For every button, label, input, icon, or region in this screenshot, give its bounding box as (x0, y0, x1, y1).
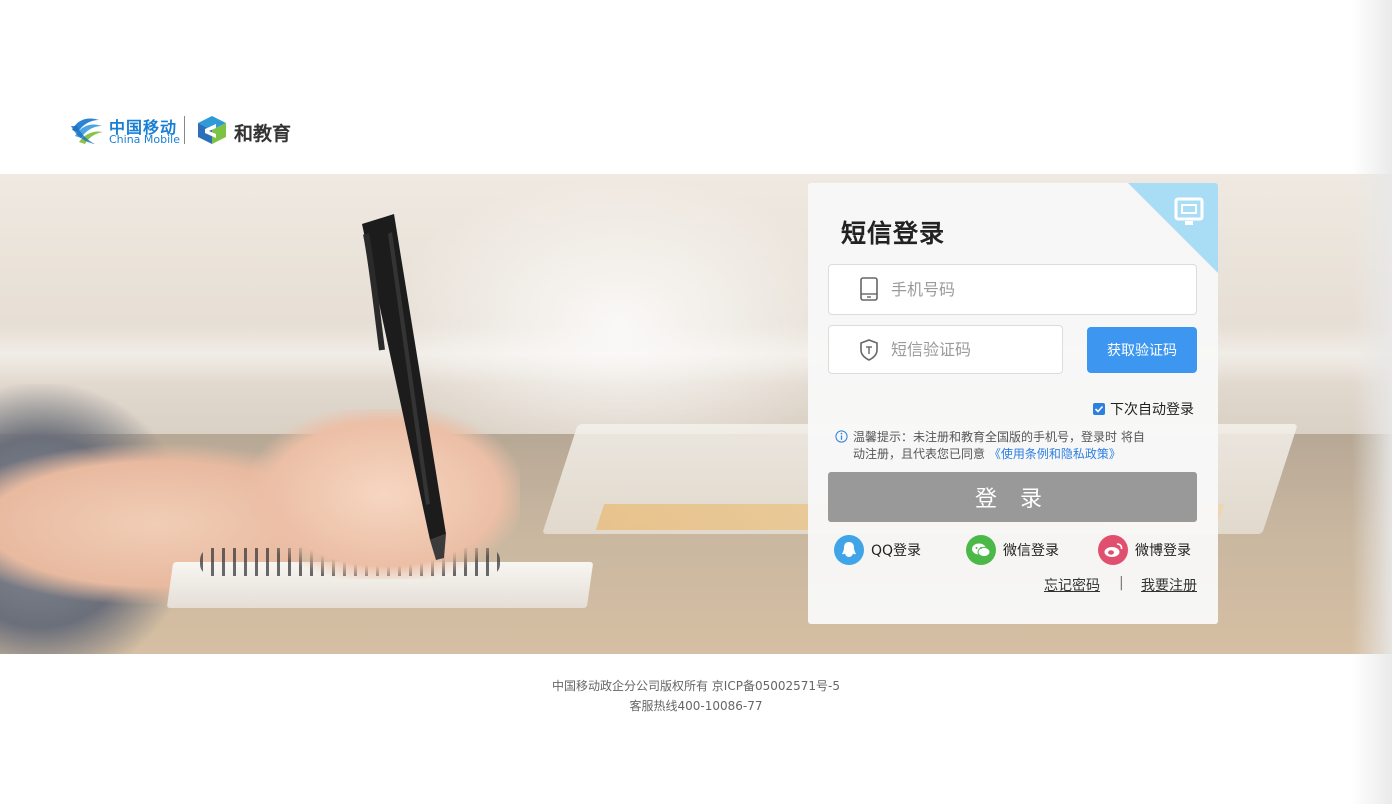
login-card: 短信登录 获取验证码 下次自动登录 (808, 183, 1218, 624)
login-title: 短信登录 (841, 219, 946, 248)
china-mobile-icon (71, 118, 103, 144)
privacy-policy-link[interactable]: 《使用条例和隐私政策》 (989, 447, 1121, 461)
register-link[interactable]: 我要注册 (1141, 575, 1197, 595)
monitor-icon[interactable] (1128, 183, 1218, 273)
he-education-icon (198, 116, 226, 144)
shield-icon (860, 339, 878, 361)
qq-icon (834, 535, 864, 565)
hero-banner: 短信登录 获取验证码 下次自动登录 (0, 174, 1392, 654)
get-code-button[interactable]: 获取验证码 (1087, 327, 1197, 373)
sms-code-field[interactable] (828, 325, 1063, 374)
wechat-login-label: 微信登录 (1003, 543, 1059, 559)
logo-divider (184, 116, 185, 144)
auto-login-label: 下次自动登录 (1110, 402, 1194, 418)
pen-illustration (362, 214, 446, 560)
phone-field[interactable] (828, 264, 1197, 315)
china-mobile-en-text: China Mobile (109, 133, 181, 146)
wechat-icon (966, 535, 996, 565)
auto-login-checkbox[interactable] (1093, 403, 1105, 415)
check-icon (1094, 405, 1104, 413)
weibo-icon (1098, 535, 1128, 565)
sms-code-input[interactable] (891, 326, 1052, 373)
footer: 中国移动政企分公司版权所有 京ICP备05002571号-5 客服热线400-1… (0, 676, 1392, 716)
forgot-password-link[interactable]: 忘记密码 (1044, 575, 1100, 595)
hotline-text: 客服热线400-10086-77 (629, 699, 763, 713)
china-mobile-logo[interactable]: 中国移动 China Mobile (69, 112, 181, 150)
info-icon (835, 430, 848, 443)
copyright-text: 中国移动政企分公司版权所有 京ICP备05002571号-5 (551, 679, 840, 693)
tip-text: 温馨提示：未注册和教育全国版的手机号，登录时 将自动注册，且代表您已同意 《使用… (853, 429, 1153, 463)
qq-login-label: QQ登录 (871, 543, 922, 559)
weibo-login[interactable]: 微博登录 (1098, 535, 1191, 565)
header: 中国移动 China Mobile 和教育 (0, 0, 1392, 174)
weibo-login-label: 微博登录 (1135, 543, 1191, 559)
login-button[interactable]: 登 录 (828, 472, 1197, 522)
qq-login[interactable]: QQ登录 (834, 535, 921, 565)
auto-login-option[interactable]: 下次自动登录 (1093, 399, 1194, 419)
phone-icon (860, 277, 878, 301)
link-separator: | (1119, 575, 1124, 591)
phone-input[interactable] (891, 265, 1186, 314)
product-name: 和教育 (234, 123, 292, 145)
wechat-login[interactable]: 微信登录 (966, 535, 1059, 565)
